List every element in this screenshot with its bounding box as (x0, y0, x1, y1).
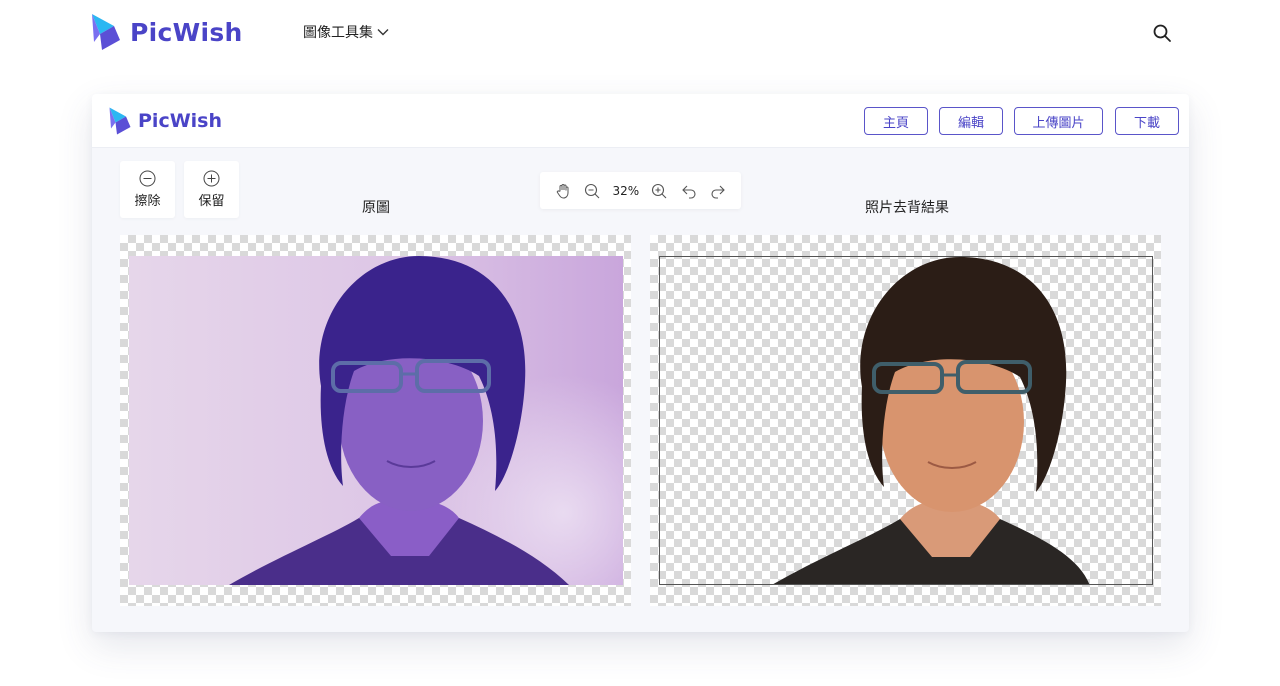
zoom-out-icon[interactable] (583, 182, 601, 200)
keep-button[interactable]: 保留 (184, 161, 239, 218)
zoom-toolbar: 32% (540, 172, 741, 209)
editor-brand-name: PicWish (138, 110, 223, 132)
home-button[interactable]: 主頁 (864, 107, 928, 135)
erase-button[interactable]: 擦除 (120, 161, 175, 218)
picwish-logo-icon (109, 107, 131, 135)
result-canvas[interactable] (650, 235, 1161, 606)
zoom-in-icon[interactable] (650, 182, 668, 200)
edit-button[interactable]: 編輯 (939, 107, 1003, 135)
person-figure-result (773, 257, 1090, 584)
editor-toolbar: PicWish 主頁 編輯 上傳圖片 下載 (92, 94, 1189, 148)
nav-image-tools[interactable]: 圖像工具集 (303, 22, 389, 42)
nav-image-tools-label: 圖像工具集 (303, 25, 373, 41)
original-canvas[interactable] (120, 235, 631, 606)
zoom-level: 32% (612, 183, 640, 198)
upload-image-button[interactable]: 上傳圖片 (1014, 107, 1103, 135)
download-button[interactable]: 下載 (1115, 107, 1179, 135)
original-photo (129, 256, 623, 585)
person-figure-original (229, 256, 569, 585)
site-logo[interactable]: PicWish (90, 12, 243, 52)
editor-logo[interactable]: PicWish (108, 106, 222, 136)
site-header: PicWish 圖像工具集 (0, 0, 1280, 66)
editor-card: PicWish 主頁 編輯 上傳圖片 下載 擦除 保留 32% 原圖 照片去背結… (92, 94, 1189, 632)
hand-icon[interactable] (554, 182, 572, 200)
undo-icon[interactable] (680, 182, 698, 200)
keep-label: 保留 (198, 194, 225, 209)
redo-icon[interactable] (709, 182, 727, 200)
minus-circle-icon (139, 170, 156, 187)
plus-circle-icon (203, 170, 220, 187)
site-brand-name: PicWish (130, 17, 243, 47)
original-pane-title: 原圖 (362, 200, 390, 216)
picwish-logo-icon (92, 14, 120, 50)
chevron-down-icon (377, 29, 389, 36)
search-icon[interactable] (1152, 23, 1172, 43)
result-pane-title: 照片去背結果 (865, 200, 949, 216)
erase-label: 擦除 (134, 194, 161, 209)
result-photo (659, 256, 1153, 585)
